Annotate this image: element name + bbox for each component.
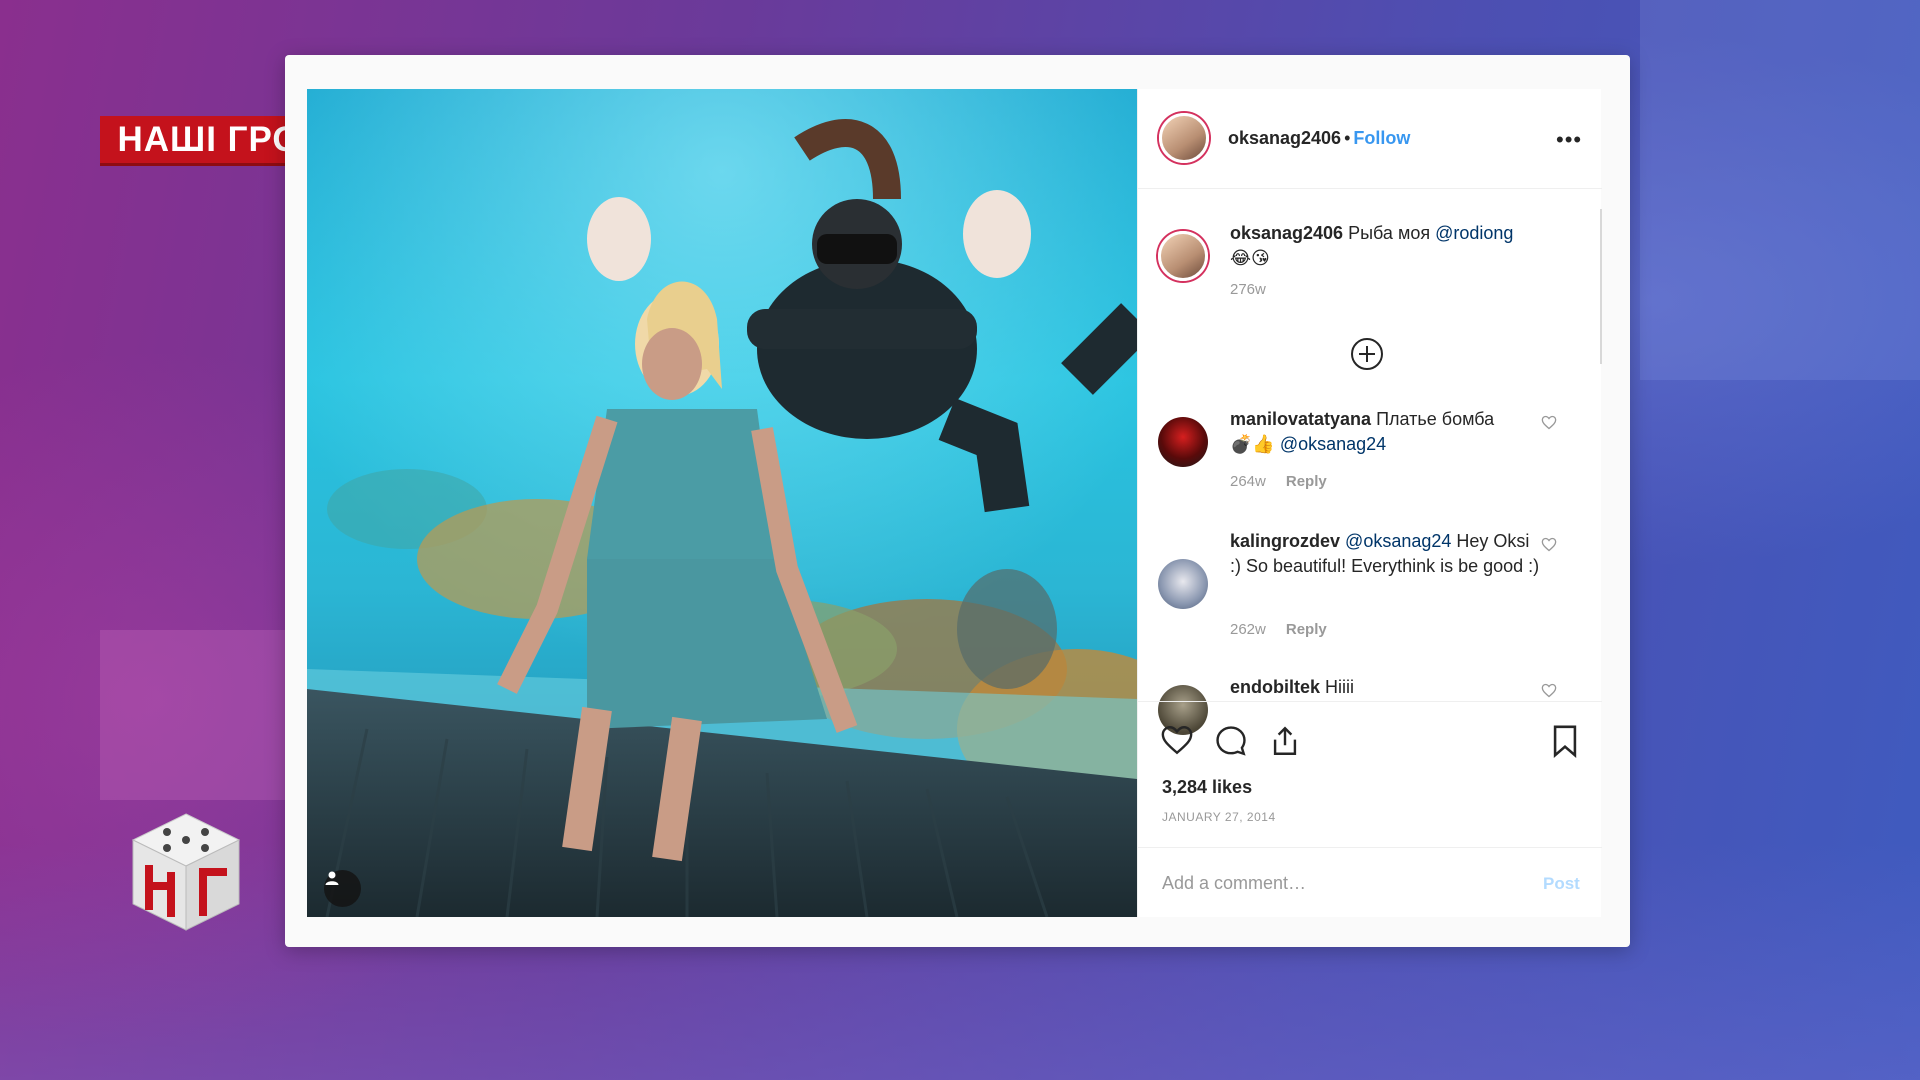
add-comment-bar: Post: [1138, 847, 1602, 918]
caption-mention[interactable]: @rodiong: [1435, 223, 1513, 243]
comment-text: manilovatatyana Платье бомба 💣👍 @oksanag…: [1230, 407, 1540, 457]
reply-button[interactable]: Reply: [1286, 621, 1327, 638]
post-button[interactable]: Post: [1543, 874, 1580, 894]
comment-emoji: 💣👍: [1230, 434, 1275, 454]
caption-emoji: 😂😘: [1230, 248, 1270, 268]
separator: •: [1344, 128, 1351, 148]
caption-username[interactable]: oksanag2406: [1230, 223, 1343, 243]
caption-meta: 276w: [1230, 281, 1266, 298]
post-date[interactable]: JANUARY 27, 2014: [1162, 810, 1276, 824]
comment-time[interactable]: 262w: [1230, 621, 1266, 638]
bookmark-icon[interactable]: [1550, 724, 1580, 758]
avatar[interactable]: [1158, 417, 1208, 467]
comment-meta: 264w Reply: [1230, 473, 1327, 490]
header-user: oksanag2406 • Follow: [1228, 128, 1410, 149]
post-header: oksanag2406 • Follow •••: [1138, 89, 1602, 189]
scrollbar[interactable]: [1600, 209, 1602, 364]
comment-meta: 262w Reply: [1230, 621, 1327, 638]
follow-button[interactable]: Follow: [1353, 128, 1410, 148]
comment-mention[interactable]: @oksanag24: [1345, 531, 1451, 551]
caption-body: Рыба моя: [1348, 223, 1431, 243]
comment-text: kalingrozdev @oksanag24 Hey Oksi :) So b…: [1230, 529, 1540, 579]
comment-username[interactable]: manilovatatyana: [1230, 409, 1371, 429]
username-link[interactable]: oksanag2406: [1228, 128, 1341, 148]
share-icon[interactable]: [1268, 724, 1302, 758]
comment-icon[interactable]: [1214, 724, 1248, 758]
comment-text: endobiltek Hiiii: [1230, 675, 1540, 700]
avatar[interactable]: [1158, 559, 1208, 609]
heart-icon[interactable]: [1541, 683, 1557, 698]
heart-icon[interactable]: [1541, 537, 1557, 552]
comment-mention[interactable]: @oksanag24: [1280, 434, 1386, 454]
heart-icon[interactable]: [1541, 415, 1557, 430]
avatar[interactable]: [1159, 113, 1209, 163]
more-horizontal-icon[interactable]: •••: [1556, 127, 1582, 153]
comment-input[interactable]: [1162, 868, 1502, 898]
post-sidebar: oksanag2406 • Follow ••• oksanag2406 Рыба …: [1137, 89, 1602, 917]
reply-button[interactable]: Reply: [1286, 473, 1327, 490]
post-photo[interactable]: [307, 89, 1137, 917]
comment-username[interactable]: endobiltek: [1230, 677, 1320, 697]
plus-circle-icon[interactable]: [1350, 337, 1384, 371]
channel-logo-icon: [127, 810, 245, 934]
background-shape: [100, 630, 300, 800]
heart-icon[interactable]: [1160, 724, 1194, 756]
comment-body: Hiiii: [1325, 677, 1355, 697]
avatar[interactable]: [1158, 231, 1208, 281]
background-shape: [1640, 0, 1920, 380]
likes-count[interactable]: 3,284 likes: [1162, 777, 1252, 798]
post-actions: 3,284 likes JANUARY 27, 2014 Post: [1138, 701, 1602, 917]
comment-body: Платье бомба: [1376, 409, 1495, 429]
user-tag-icon[interactable]: [324, 870, 361, 907]
underwater-photo: [307, 89, 1137, 917]
comment-username[interactable]: kalingrozdev: [1230, 531, 1340, 551]
caption-text: oksanag2406 Рыба моя @rodiong 😂😘: [1230, 221, 1540, 271]
caption-time[interactable]: 276w: [1230, 281, 1266, 298]
comment-time[interactable]: 264w: [1230, 473, 1266, 490]
